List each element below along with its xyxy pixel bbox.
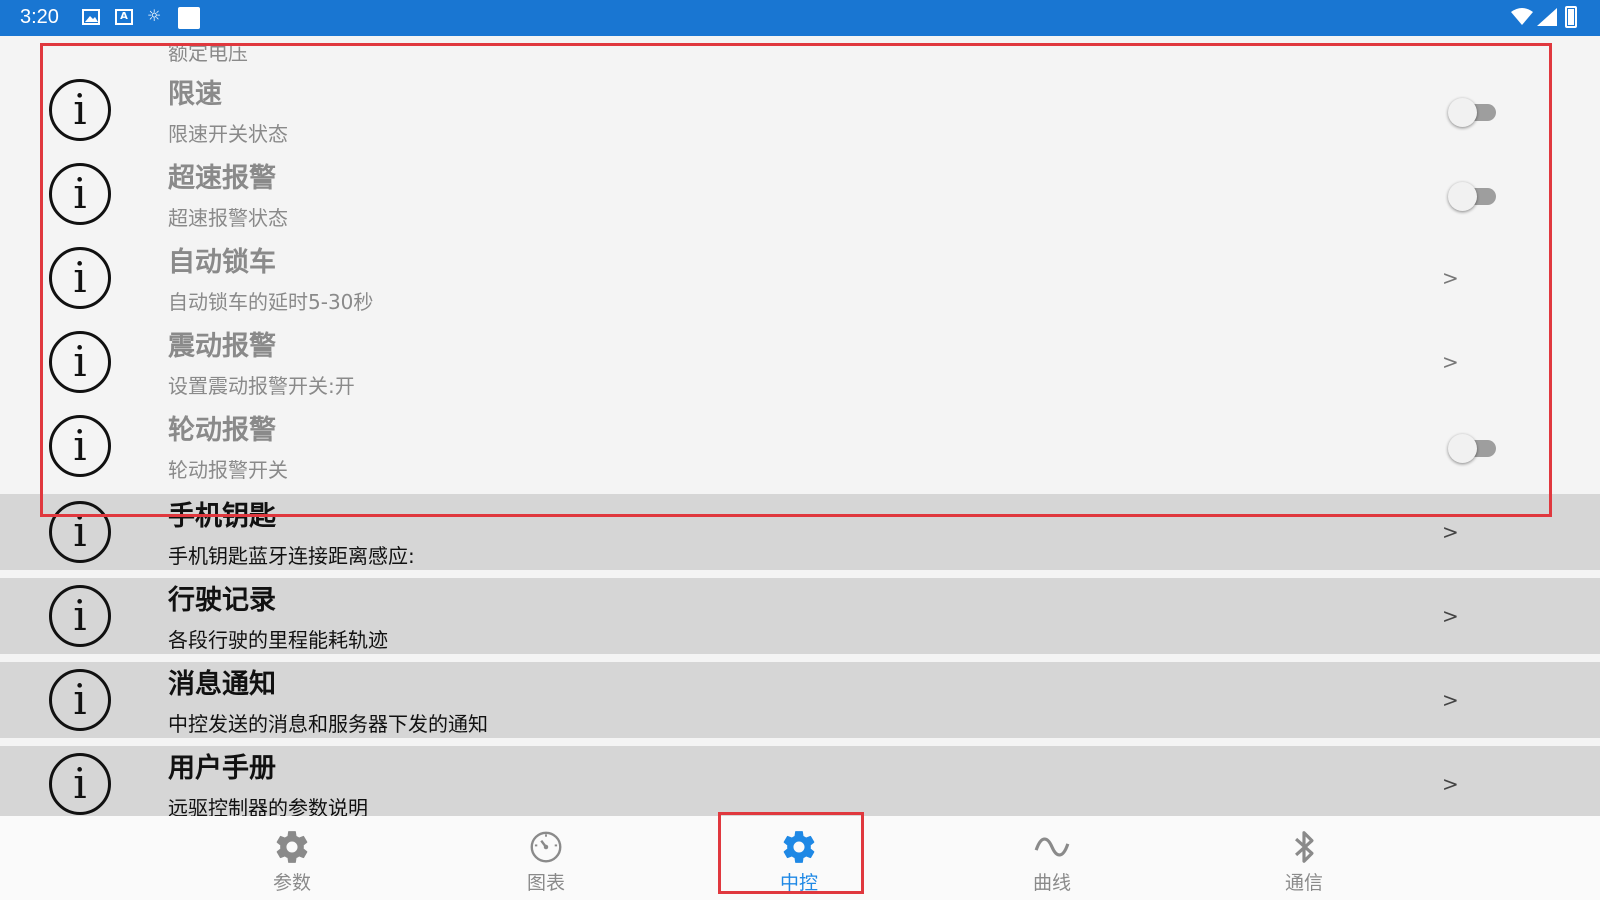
list-item-vibration-alarm[interactable]: i 震动报警 设置震动报警开关:开 > bbox=[0, 324, 1600, 400]
list-item-overspeed-alarm[interactable]: i 超速报警 超速报警状态 bbox=[0, 156, 1600, 232]
list-item-subtitle: 轮动报警开关 bbox=[168, 458, 288, 482]
battery-icon bbox=[1565, 6, 1577, 28]
blank-icon bbox=[178, 7, 200, 29]
speed-limit-toggle[interactable] bbox=[1448, 98, 1498, 127]
chevron-right-icon: > bbox=[1442, 520, 1459, 544]
signal-icon bbox=[1537, 8, 1557, 26]
wifi-icon bbox=[1511, 8, 1533, 25]
tab-label: 通信 bbox=[1284, 872, 1323, 894]
list-item-user-manual[interactable]: i 用户手册 远驱控制器的参数说明 > bbox=[0, 746, 1600, 816]
list-item-subtitle: 额定电压 bbox=[168, 41, 248, 65]
list-item-speed-limit[interactable]: i 限速 限速开关状态 bbox=[0, 72, 1600, 148]
list-item-title: 震动报警 bbox=[168, 331, 276, 362]
tab-central-control[interactable]: 中控 bbox=[724, 816, 874, 900]
info-icon: i bbox=[49, 585, 111, 647]
list-item-title: 行驶记录 bbox=[168, 585, 276, 616]
list-item-subtitle: 设置震动报警开关:开 bbox=[168, 374, 355, 398]
chevron-right-icon: > bbox=[1442, 350, 1459, 374]
chevron-right-icon: > bbox=[1442, 688, 1459, 712]
list-item-subtitle: 各段行驶的里程能耗轨迹 bbox=[168, 628, 388, 652]
list-item-title: 限速 bbox=[168, 79, 222, 110]
list-item-title: 超速报警 bbox=[168, 163, 276, 194]
list-item-subtitle: 中控发送的消息和服务器下发的通知 bbox=[168, 712, 488, 736]
info-icon: i bbox=[49, 247, 111, 309]
tab-communication[interactable]: 通信 bbox=[1229, 816, 1379, 900]
list-item-title: 轮动报警 bbox=[168, 415, 276, 446]
list-item-wheel-alarm[interactable]: i 轮动报警 轮动报警开关 bbox=[0, 408, 1600, 484]
info-icon: i bbox=[49, 163, 111, 225]
wave-icon bbox=[1034, 837, 1070, 857]
tab-charts[interactable]: 图表 bbox=[471, 816, 621, 900]
gear-icon bbox=[783, 831, 815, 863]
list-item-trip-record[interactable]: i 行驶记录 各段行驶的里程能耗轨迹 > bbox=[0, 578, 1600, 654]
info-icon: i bbox=[49, 79, 111, 141]
a-icon: A bbox=[115, 9, 133, 25]
brightness-icon: ☼ bbox=[147, 6, 162, 25]
tab-label: 参数 bbox=[272, 872, 311, 894]
tab-label: 中控 bbox=[779, 872, 818, 894]
tab-params[interactable]: 参数 bbox=[217, 816, 367, 900]
list-item-subtitle: 远驱控制器的参数说明 bbox=[168, 796, 368, 816]
info-icon: i bbox=[49, 669, 111, 731]
chevron-right-icon: > bbox=[1442, 772, 1459, 796]
list-item-notifications[interactable]: i 消息通知 中控发送的消息和服务器下发的通知 > bbox=[0, 662, 1600, 738]
gear-icon bbox=[276, 831, 308, 863]
tab-label: 图表 bbox=[526, 872, 565, 894]
wheel-alarm-toggle[interactable] bbox=[1448, 434, 1498, 463]
list-item-auto-lock[interactable]: i 自动锁车 自动锁车的延时5-30秒 > bbox=[0, 240, 1600, 316]
gauge-icon bbox=[530, 831, 562, 863]
info-icon: i bbox=[49, 331, 111, 393]
chevron-right-icon: > bbox=[1442, 604, 1459, 628]
settings-list: i 额定电压 i 限速 限速开关状态 i 超速报警 超速报警状态 i 自动锁车 … bbox=[0, 36, 1600, 816]
info-icon: i bbox=[49, 415, 111, 477]
list-item-title: 消息通知 bbox=[168, 669, 276, 700]
list-item-subtitle: 自动锁车的延时5-30秒 bbox=[168, 290, 374, 314]
info-icon: i bbox=[49, 753, 111, 815]
bottom-navigation: 参数 图表 中控 曲线 通信 bbox=[0, 816, 1600, 900]
list-item-title: 用户手册 bbox=[168, 753, 276, 784]
list-item-title: 自动锁车 bbox=[168, 247, 276, 278]
chevron-right-icon: > bbox=[1442, 266, 1459, 290]
list-item-subtitle: 超速报警状态 bbox=[168, 206, 288, 230]
status-bar: 3:20 A ☼ bbox=[0, 0, 1600, 36]
tab-label: 曲线 bbox=[1032, 872, 1071, 894]
list-item-subtitle: 手机钥匙蓝牙连接距离感应: bbox=[168, 544, 415, 568]
overspeed-alarm-toggle[interactable] bbox=[1448, 182, 1498, 211]
list-item-title: 手机钥匙 bbox=[168, 501, 276, 532]
list-item-subtitle: 限速开关状态 bbox=[168, 122, 288, 146]
clock: 3:20 bbox=[20, 6, 59, 28]
image-icon bbox=[82, 9, 100, 25]
list-item-phone-key[interactable]: i 手机钥匙 手机钥匙蓝牙连接距离感应: > bbox=[0, 494, 1600, 570]
bluetooth-icon bbox=[1295, 831, 1314, 863]
info-icon: i bbox=[49, 501, 111, 563]
tab-curves[interactable]: 曲线 bbox=[977, 816, 1127, 900]
